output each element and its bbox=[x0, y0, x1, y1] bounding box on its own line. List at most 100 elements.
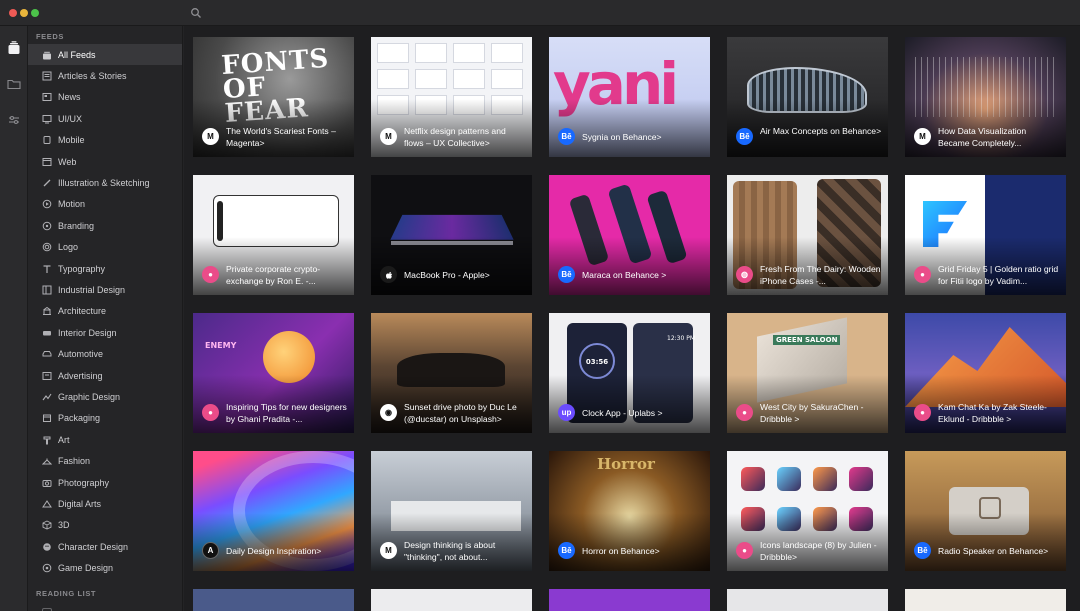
medium-source-icon: M bbox=[914, 128, 931, 145]
card-caption[interactable]: West City by SakuraChen - Dribbble > bbox=[760, 401, 882, 425]
sidebar-item-packaging[interactable]: Packaging bbox=[28, 408, 183, 429]
sidebar-item-motion[interactable]: Motion bbox=[28, 194, 183, 215]
feed-card[interactable]: Bē Maraca on Behance > bbox=[549, 175, 710, 295]
feed-grid: FONTS OF FEARMThe World's Scariest Fonts… bbox=[184, 26, 1080, 611]
card-caption[interactable]: Grid Friday 5 | Golden ratio grid for Fi… bbox=[938, 263, 1060, 287]
feed-card[interactable]: ● Kam Chat Ka by Zak Steele-Eklund - Drib… bbox=[905, 313, 1066, 433]
feed-card[interactable]: MNetflix design patterns and flows – UX … bbox=[371, 37, 532, 157]
art-time: 03:56 bbox=[579, 343, 615, 379]
sidebar-item-art[interactable]: Art bbox=[28, 429, 183, 450]
card-caption[interactable]: Air Max Concepts on Behance> bbox=[760, 125, 882, 137]
feed-card[interactable]: ●Icons landscape (8) by Julien - Dribbbl… bbox=[727, 451, 888, 571]
feed-card[interactable]: GREEN SALOON●West City by SakuraChen - D… bbox=[727, 313, 888, 433]
motion-icon bbox=[42, 199, 52, 209]
dribbble-source-icon: ● bbox=[914, 404, 931, 421]
feed-card[interactable]: yaniBēSygnia on Behance> bbox=[549, 37, 710, 157]
card-caption[interactable]: Horror on Behance> bbox=[582, 545, 704, 557]
sidebar-item-label: Packaging bbox=[58, 413, 100, 423]
sidebar-item-industrial-design[interactable]: Industrial Design bbox=[28, 279, 183, 300]
feed-card[interactable]: ●Private corporate crypto-exchange by Ro… bbox=[193, 175, 354, 295]
mobile-icon bbox=[42, 135, 52, 145]
feed-card[interactable]: MDesign thinking is about "thinking", no… bbox=[371, 451, 532, 571]
behance-source-icon: Bē bbox=[558, 128, 575, 145]
sidebar-item-label: All Feeds bbox=[58, 50, 96, 60]
behance-source-icon: Bē bbox=[558, 266, 575, 283]
sidebar-item-label: Web bbox=[58, 157, 76, 167]
feed-card-partial[interactable] bbox=[371, 589, 532, 611]
card-caption[interactable]: Private corporate crypto-exchange by Ron… bbox=[226, 263, 348, 287]
reading-list-item-partial[interactable] bbox=[28, 602, 183, 611]
card-caption[interactable]: Inspiring Tips for new designers by Ghan… bbox=[226, 401, 348, 425]
card-caption[interactable]: Netflix design patterns and flows – UX C… bbox=[404, 125, 526, 149]
feed-card[interactable]: M How Data Visualization Became Completel… bbox=[905, 37, 1066, 157]
branding-icon bbox=[42, 221, 52, 231]
sidebar-item-architecture[interactable]: Architecture bbox=[28, 301, 183, 322]
card-caption[interactable]: Design thinking is about "thinking", not… bbox=[404, 539, 526, 563]
sidebar-item-label: Graphic Design bbox=[58, 392, 120, 402]
sidebar-item-all-feeds[interactable]: All Feeds bbox=[28, 44, 183, 65]
feed-card[interactable]: MacBook Pro - Apple> bbox=[371, 175, 532, 295]
abstract-source-icon: A bbox=[202, 542, 219, 559]
sidebar-item-label: Motion bbox=[58, 199, 85, 209]
card-caption[interactable]: Clock App - Uplabs > bbox=[582, 407, 704, 419]
feed-card[interactable]: BēRadio Speaker on Behance> bbox=[905, 451, 1066, 571]
search-icon[interactable] bbox=[190, 7, 202, 19]
sidebar-item-label: Logo bbox=[58, 242, 78, 252]
sidebar-item-interior-design[interactable]: Interior Design bbox=[28, 322, 183, 343]
sidebar-item-news[interactable]: News bbox=[28, 87, 183, 108]
sidebar-item-automotive[interactable]: Automotive bbox=[28, 344, 183, 365]
sidebar-item-character-design[interactable]: Character Design bbox=[28, 536, 183, 557]
card-caption[interactable]: Maraca on Behance > bbox=[582, 269, 704, 281]
sidebar-item-logo[interactable]: Logo bbox=[28, 237, 183, 258]
sofa-icon bbox=[42, 328, 52, 338]
feed-card[interactable]: ◉Sunset drive photo by Duc Le (@ducstar)… bbox=[371, 313, 532, 433]
feed-card[interactable]: BēAir Max Concepts on Behance> bbox=[727, 37, 888, 157]
sidebar-item-fashion[interactable]: Fashion bbox=[28, 451, 183, 472]
feed-card-partial[interactable] bbox=[193, 589, 354, 611]
minimize-window-button[interactable] bbox=[20, 9, 28, 17]
settings-sliders-icon[interactable] bbox=[6, 112, 22, 128]
feed-card[interactable]: FONTS OF FEARMThe World's Scariest Fonts… bbox=[193, 37, 354, 157]
sidebar-item-web[interactable]: Web bbox=[28, 151, 183, 172]
sidebar-item-mobile[interactable]: Mobile bbox=[28, 130, 183, 151]
sidebar-item-label: News bbox=[58, 92, 81, 102]
card-caption[interactable]: Sygnia on Behance> bbox=[582, 131, 704, 143]
card-caption[interactable]: How Data Visualization Became Completely… bbox=[938, 125, 1060, 149]
feed-card[interactable]: HorrorBēHorror on Behance> bbox=[549, 451, 710, 571]
articles-icon bbox=[42, 71, 52, 81]
card-caption[interactable]: The World's Scariest Fonts – Magenta> bbox=[226, 125, 348, 149]
sidebar-item-photography[interactable]: Photography bbox=[28, 472, 183, 493]
sidebar-item-articles-stories[interactable]: Articles & Stories bbox=[28, 65, 183, 86]
card-caption[interactable]: Fresh From The Dairy: Wooden iPhone Case… bbox=[760, 263, 882, 287]
sidebar-item-illustration-sketching[interactable]: Illustration & Sketching bbox=[28, 172, 183, 193]
car-icon bbox=[42, 349, 52, 359]
medium-source-icon: M bbox=[202, 128, 219, 145]
sidebar-item-ui-ux[interactable]: UI/UX bbox=[28, 108, 183, 129]
card-caption[interactable]: MacBook Pro - Apple> bbox=[404, 269, 526, 281]
sidebar-item-game-design[interactable]: Game Design bbox=[28, 558, 183, 579]
feed-card-partial[interactable] bbox=[549, 589, 710, 611]
close-window-button[interactable] bbox=[9, 9, 17, 17]
feed-card[interactable]: ◍Fresh From The Dairy: Wooden iPhone Cas… bbox=[727, 175, 888, 295]
folder-icon[interactable] bbox=[6, 76, 22, 92]
card-caption[interactable]: Daily Design Inspiration> bbox=[226, 545, 348, 557]
sidebar-item-graphic-design[interactable]: Graphic Design bbox=[28, 386, 183, 407]
sidebar-item-3d[interactable]: 3D bbox=[28, 515, 183, 536]
sidebar-item-digital-arts[interactable]: Digital Arts bbox=[28, 493, 183, 514]
zoom-window-button[interactable] bbox=[31, 9, 39, 17]
card-caption[interactable]: Sunset drive photo by Duc Le (@ducstar) … bbox=[404, 401, 526, 425]
sidebar-item-branding[interactable]: Branding bbox=[28, 215, 183, 236]
feeds-stack-icon[interactable] bbox=[6, 40, 22, 56]
sidebar-item-typography[interactable]: Typography bbox=[28, 258, 183, 279]
advertising-icon bbox=[42, 371, 52, 381]
feed-card-partial[interactable] bbox=[905, 589, 1066, 611]
feed-card[interactable]: ENEMY●Inspiring Tips for new designers b… bbox=[193, 313, 354, 433]
feed-card-partial[interactable] bbox=[727, 589, 888, 611]
card-caption[interactable]: Kam Chat Ka by Zak Steele-Eklund - Dribb… bbox=[938, 401, 1060, 425]
card-caption[interactable]: Icons landscape (8) by Julien - Dribbble… bbox=[760, 539, 882, 563]
feed-card[interactable]: 03:5612:30 PMupClock App - Uplabs > bbox=[549, 313, 710, 433]
card-caption[interactable]: Radio Speaker on Behance> bbox=[938, 545, 1060, 557]
feed-card[interactable]: A Daily Design Inspiration> bbox=[193, 451, 354, 571]
sidebar-item-advertising[interactable]: Advertising bbox=[28, 365, 183, 386]
feed-card[interactable]: ●Grid Friday 5 | Golden ratio grid for F… bbox=[905, 175, 1066, 295]
